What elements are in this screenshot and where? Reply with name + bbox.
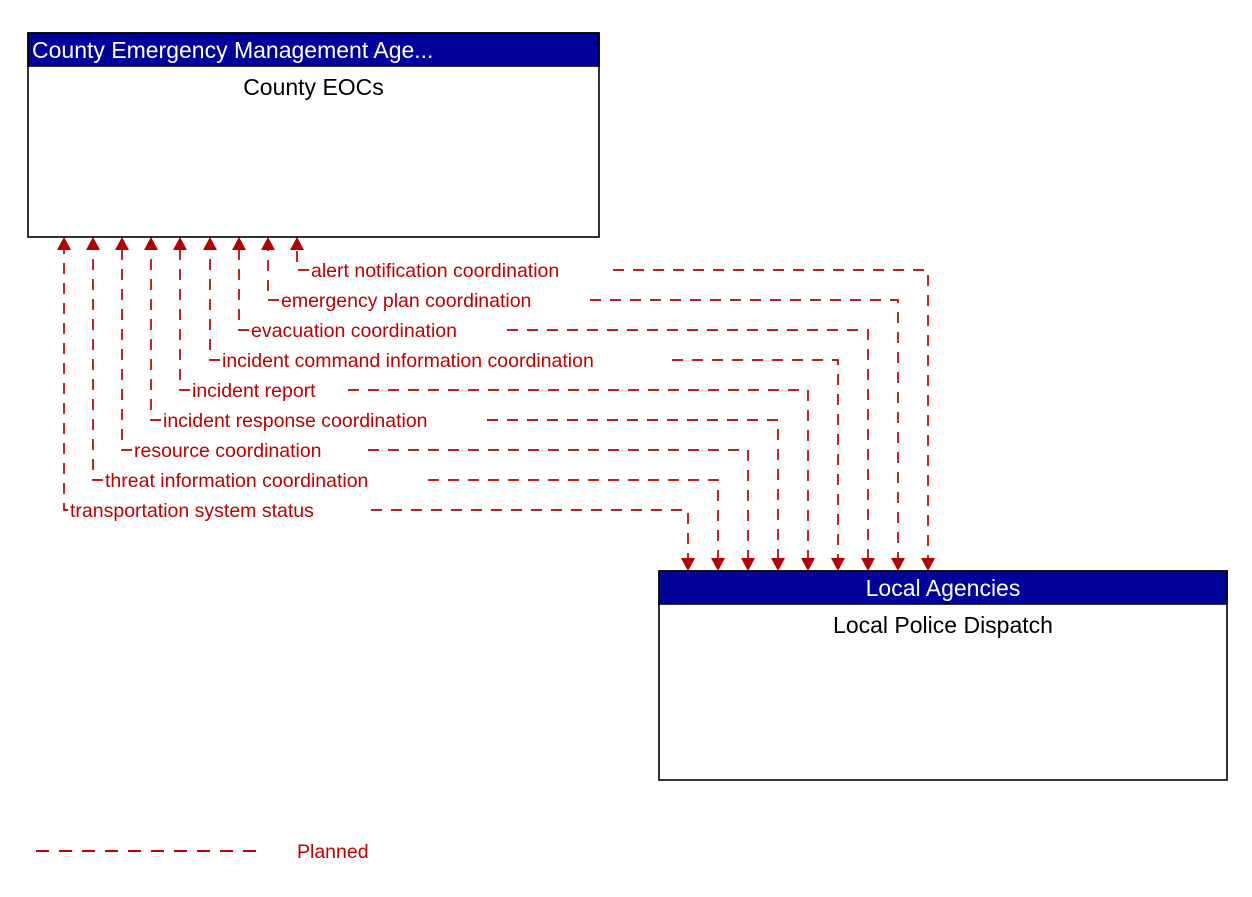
flow-label-2: evacuation coordination — [251, 320, 457, 342]
entity-boxes-layer: County Emergency Management Age... County… — [27, 32, 1228, 781]
flow-arrowhead-up — [57, 237, 71, 250]
box-header-text-local-police-dispatch: Local Agencies — [866, 575, 1021, 601]
flow-path-left-7 — [92, 250, 103, 481]
flow-path-left-3 — [209, 250, 220, 361]
flow-path-right-7 — [428, 479, 719, 558]
flow-label-5: incident response coordination — [163, 410, 428, 432]
box-body-text-county-eocs: County EOCs — [243, 74, 384, 100]
flow-connector-2[interactable] — [232, 237, 875, 571]
flow-path-right-8 — [371, 509, 689, 558]
flow-arrowhead-down — [891, 558, 905, 571]
flow-path-left-2 — [238, 250, 249, 331]
flow-path-left-4 — [179, 250, 190, 391]
flow-label-0: alert notification coordination — [311, 260, 559, 282]
flow-arrowhead-up — [86, 237, 100, 250]
flow-path-left-5 — [150, 250, 161, 421]
flow-path-right-1 — [590, 299, 899, 558]
flow-path-right-0 — [613, 269, 929, 558]
flow-arrowhead-up — [261, 237, 275, 250]
flow-arrowhead-down — [771, 558, 785, 571]
flow-arrowhead-down — [681, 558, 695, 571]
flow-arrowhead-down — [861, 558, 875, 571]
flow-arrowhead-down — [711, 558, 725, 571]
flow-path-left-6 — [121, 250, 132, 451]
box-body-text-local-police-dispatch: Local Police Dispatch — [833, 612, 1053, 638]
flow-label-4: incident report — [192, 380, 316, 402]
flow-path-left-1 — [267, 250, 279, 301]
flow-labels-layer: alert notification coordination emergency… — [70, 260, 594, 522]
flow-label-7: threat information coordination — [105, 470, 368, 492]
box-header-text-county-eocs: County Emergency Management Age... — [32, 37, 433, 63]
flow-arrowhead-up — [203, 237, 217, 250]
flow-arrowhead-up — [232, 237, 246, 250]
flow-arrowhead-down — [741, 558, 755, 571]
legend: Planned — [36, 841, 369, 863]
flow-arrowhead-up — [115, 237, 129, 250]
entity-box-county-eocs[interactable]: County Emergency Management Age... County… — [27, 32, 600, 238]
flow-label-8: transportation system status — [70, 500, 314, 522]
flow-arrowhead-up — [173, 237, 187, 250]
flow-label-3: incident command information coordinatio… — [222, 350, 594, 372]
flow-label-6: resource coordination — [134, 440, 322, 462]
legend-planned-label: Planned — [297, 841, 369, 863]
entity-box-local-police-dispatch[interactable]: Local Agencies Local Police Dispatch — [658, 570, 1228, 781]
flow-arrowhead-up — [144, 237, 158, 250]
flow-arrowhead-down — [801, 558, 815, 571]
flow-arrowhead-down — [831, 558, 845, 571]
flow-label-1: emergency plan coordination — [281, 290, 531, 312]
flow-path-right-5 — [487, 419, 779, 558]
flow-arrowhead-up — [290, 237, 304, 250]
flow-path-left-8 — [63, 250, 68, 511]
flow-arrowhead-down — [921, 558, 935, 571]
flow-path-right-6 — [368, 449, 749, 558]
architecture-flow-diagram: County Emergency Management Age... County… — [27, 32, 1228, 863]
flow-path-left-0 — [296, 250, 309, 271]
